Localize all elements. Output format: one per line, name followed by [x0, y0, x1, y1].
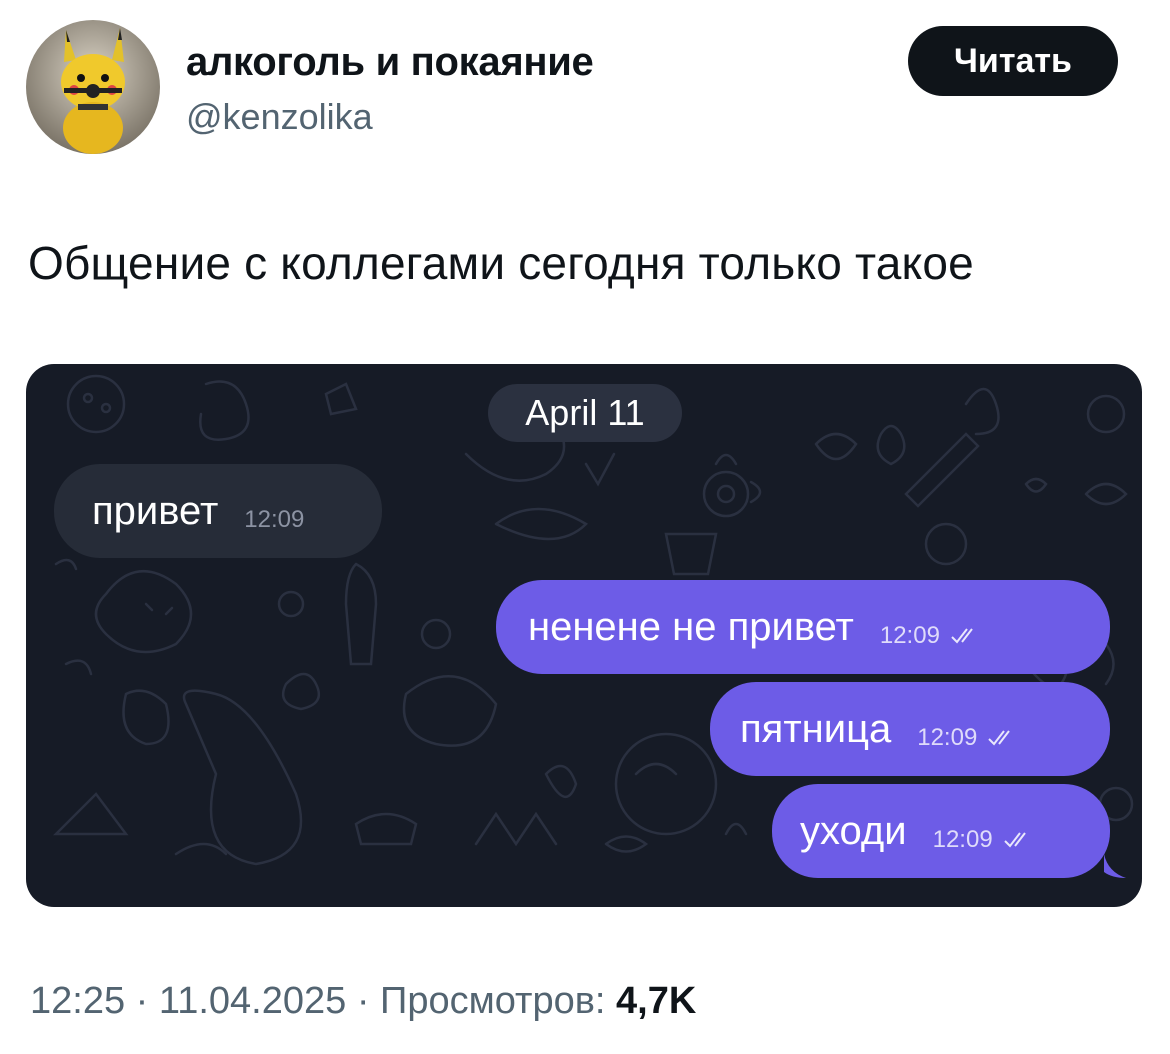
outgoing-message-bubble[interactable]: ненене не привет 12:09 — [496, 580, 1110, 674]
incoming-message-bubble[interactable]: привет 12:09 — [54, 464, 382, 558]
tweet-date[interactable]: 11.04.2025 — [159, 980, 346, 1022]
avatar[interactable] — [26, 20, 160, 154]
tweet-time[interactable]: 12:25 — [30, 980, 125, 1022]
meta-separator: · — [135, 980, 149, 1022]
views-count[interactable]: 4,7K — [616, 980, 696, 1022]
avatar-image — [26, 20, 160, 154]
meta-separator: · — [356, 980, 370, 1022]
tweet-media-image[interactable]: April 11 привет 12:09 ненене не привет 1… — [26, 364, 1142, 907]
message-text: пятница — [740, 706, 892, 751]
double-check-icon — [988, 730, 1011, 746]
outgoing-message-bubble[interactable]: пятница 12:09 — [710, 682, 1110, 776]
message-time: 12:09 — [917, 724, 978, 751]
double-check-icon — [951, 628, 973, 644]
author-handle[interactable]: @kenzolika — [186, 96, 373, 138]
message-text: привет — [92, 488, 219, 533]
message-time: 12:09 — [879, 622, 940, 649]
author-name[interactable]: алкоголь и покаяние — [186, 40, 594, 85]
message-text: ненене не привет — [528, 604, 854, 649]
message-text: уходи — [800, 808, 907, 853]
outgoing-message-bubble[interactable]: уходи 12:09 — [772, 784, 1110, 878]
read-button[interactable]: Читать — [908, 26, 1118, 96]
tweet-text: Общение с коллегами сегодня только такое — [28, 237, 974, 289]
tweet-meta: 12:25 · 11.04.2025 · Просмотров: 4,7K — [30, 980, 696, 1023]
double-check-icon — [1003, 832, 1026, 848]
date-separator: April 11 — [488, 384, 682, 442]
message-time: 12:09 — [932, 826, 993, 853]
message-time: 12:09 — [244, 506, 305, 533]
views-label: Просмотров: — [380, 980, 606, 1022]
bubble-tail — [1104, 854, 1126, 878]
